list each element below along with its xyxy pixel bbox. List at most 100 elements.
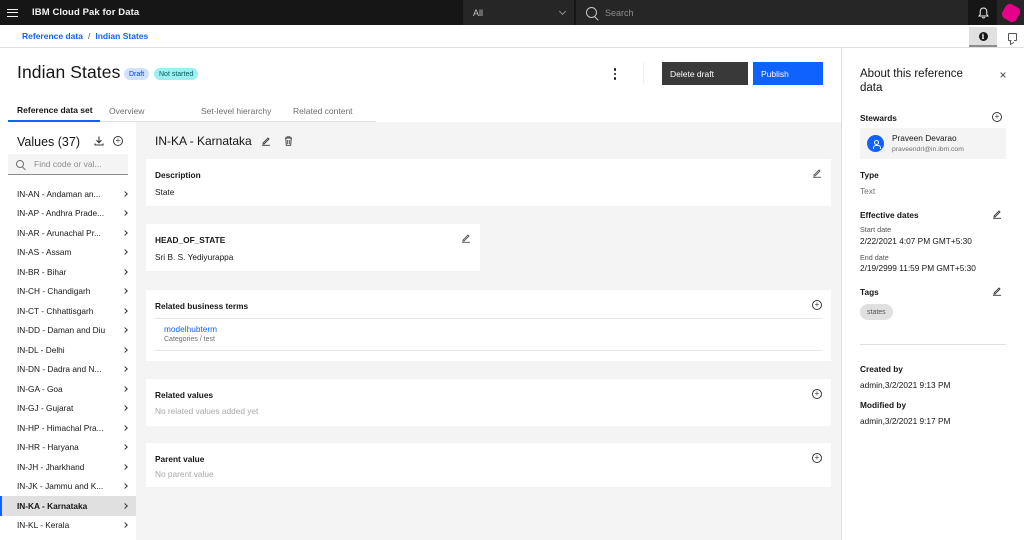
app-title[interactable]: IBM Cloud Pak for Data <box>32 7 139 18</box>
end-date-value: 2/19/2999 11:59 PM GMT+5:30 <box>860 263 976 273</box>
search-icon <box>586 7 597 18</box>
value-list-item[interactable]: IN-DN - Dadra and N... <box>0 360 136 380</box>
head-of-state-card: HEAD_OF_STATE Sri B. S. Yediyurappa <box>146 224 480 271</box>
value-list-item[interactable]: IN-GA - Goa <box>0 379 136 399</box>
search-icon <box>16 160 24 168</box>
value-list-item-label: IN-JK - Jammu and K... <box>17 481 104 492</box>
steward-avatar <box>867 135 884 152</box>
breadcrumb-reference-data[interactable]: Reference data <box>22 31 83 41</box>
add-value-icon[interactable]: + <box>113 136 123 146</box>
value-list-item-label: IN-GA - Goa <box>17 383 63 394</box>
start-date-label: Start date <box>860 225 892 234</box>
chevron-right-icon <box>122 229 128 236</box>
created-by-value: admin,3/2/2021 9:13 PM <box>860 380 951 390</box>
add-business-term-icon[interactable]: + <box>812 300 822 310</box>
notification-bell-icon <box>977 6 989 18</box>
chevron-right-icon <box>122 444 128 451</box>
value-list-item[interactable]: IN-AN - Andaman an... <box>0 184 136 204</box>
business-term-row: modelhubterm Categories / test <box>155 318 822 351</box>
breadcrumb-separator: / <box>87 31 91 41</box>
user-icon <box>872 140 881 149</box>
tab-reference-data-set[interactable]: Reference data set <box>8 100 100 122</box>
value-list-item[interactable]: IN-HP - Himachal Pra... <box>0 418 136 438</box>
value-list-item[interactable]: IN-AP - Andhra Prade... <box>0 204 136 224</box>
value-list-item-label: IN-JH - Jharkhand <box>17 461 85 472</box>
stewards-label: Stewards <box>860 113 897 123</box>
overflow-menu-icon[interactable] <box>608 64 622 84</box>
value-list-item[interactable]: IN-CT - Chhattisgarh <box>0 301 136 321</box>
chevron-right-icon <box>122 210 128 217</box>
close-icon[interactable]: × <box>997 69 1009 81</box>
value-list-item[interactable]: IN-DL - Delhi <box>0 340 136 360</box>
value-list-item-label: IN-DD - Daman and Diu <box>17 325 106 336</box>
value-list-item[interactable]: IN-JH - Jharkhand <box>0 457 136 477</box>
value-list-item-label: IN-KL - Kerala <box>17 520 70 531</box>
value-list-item[interactable]: IN-JK - Jammu and K... <box>0 477 136 497</box>
search-input[interactable] <box>605 7 905 18</box>
tab-set-level-hierarchy[interactable]: Set-level hierarchy <box>201 100 271 122</box>
tag-chip: states <box>860 304 893 320</box>
publish-button[interactable]: Publish <box>753 62 823 85</box>
head-of-state-label: HEAD_OF_STATE <box>155 235 226 245</box>
tab-overview[interactable]: Overview <box>109 100 144 122</box>
chevron-right-icon <box>122 522 128 529</box>
edit-tags-icon[interactable] <box>992 286 1002 296</box>
chevron-right-icon <box>122 463 128 470</box>
value-list-item-label: IN-AN - Andaman an... <box>17 188 101 199</box>
values-title: Values (37) <box>17 135 80 149</box>
value-list-item[interactable]: IN-HR - Haryana <box>0 438 136 458</box>
edit-description-icon[interactable] <box>812 168 822 178</box>
download-icon[interactable] <box>93 135 105 147</box>
values-filter-input[interactable] <box>34 159 124 169</box>
value-list-item[interactable]: IN-KA - Karnataka <box>0 496 136 516</box>
value-list-item[interactable]: IN-CH - Chandigarh <box>0 282 136 302</box>
breadcrumb: Reference data / Indian States <box>22 31 148 41</box>
value-list-item[interactable]: IN-AR - Arunachal Pr... <box>0 223 136 243</box>
value-list-item-label: IN-CT - Chhattisgarh <box>17 305 94 316</box>
add-related-value-icon[interactable]: + <box>812 389 822 399</box>
hamburger-menu-icon[interactable] <box>0 0 25 25</box>
type-label: Type <box>860 170 879 180</box>
scope-dropdown[interactable]: All <box>463 0 575 25</box>
info-panel-toggle[interactable]: i <box>969 27 997 47</box>
notification-button[interactable] <box>970 0 996 25</box>
edit-head-of-state-icon[interactable] <box>461 233 471 243</box>
value-list-item[interactable]: IN-BR - Bihar <box>0 262 136 282</box>
breadcrumb-indian-states[interactable]: Indian States <box>95 31 148 41</box>
value-list-item[interactable]: IN-GJ - Gujarat <box>0 399 136 419</box>
chevron-right-icon <box>122 327 128 334</box>
related-values-label: Related values <box>155 390 214 400</box>
draft-tag: Draft <box>124 68 150 80</box>
end-date-label: End date <box>860 253 889 262</box>
comments-panel-toggle[interactable] <box>998 27 1024 47</box>
tab-bar: Reference data set Overview Set-level hi… <box>8 100 376 122</box>
value-list-item[interactable]: IN-AS - Assam <box>0 243 136 263</box>
delete-value-icon[interactable] <box>284 136 293 146</box>
edit-value-icon[interactable] <box>261 136 271 146</box>
chevron-right-icon <box>122 268 128 275</box>
edit-effective-dates-icon[interactable] <box>992 209 1002 219</box>
description-value: State <box>155 187 175 197</box>
type-value: Text <box>860 186 876 196</box>
steward-card[interactable]: Praveen Devarao praveendrl@in.ibm.com <box>860 128 1006 159</box>
description-label: Description <box>155 170 201 180</box>
user-avatar-button[interactable] <box>997 0 1024 25</box>
values-panel: Values (37) IN-AN - Andaman an... IN-AP -… <box>0 122 136 540</box>
add-parent-value-icon[interactable]: + <box>812 453 822 463</box>
value-list-item-label: IN-BR - Bihar <box>17 266 67 277</box>
value-title: IN-KA - Karnataka <box>155 134 252 148</box>
value-list-item-label: IN-CH - Chandigarh <box>17 286 91 297</box>
tab-related-content[interactable]: Related content <box>293 100 353 122</box>
chevron-right-icon <box>122 366 128 373</box>
value-list-item-label: IN-KA - Karnataka <box>17 500 88 511</box>
about-panel-title: About this reference data <box>860 68 963 94</box>
add-steward-icon[interactable]: + <box>992 112 1002 122</box>
chevron-right-icon <box>122 405 128 412</box>
delete-draft-button[interactable]: Delete draft <box>662 62 748 85</box>
parent-value-card: Parent value + No parent value <box>146 443 831 487</box>
value-list-item[interactable]: IN-DD - Daman and Diu <box>0 321 136 341</box>
value-list-item[interactable]: IN-KL - Kerala <box>0 516 136 536</box>
parent-value-label: Parent value <box>155 454 205 464</box>
value-list-item-label: IN-HR - Haryana <box>17 442 79 453</box>
business-term-link[interactable]: modelhubterm <box>164 324 217 334</box>
